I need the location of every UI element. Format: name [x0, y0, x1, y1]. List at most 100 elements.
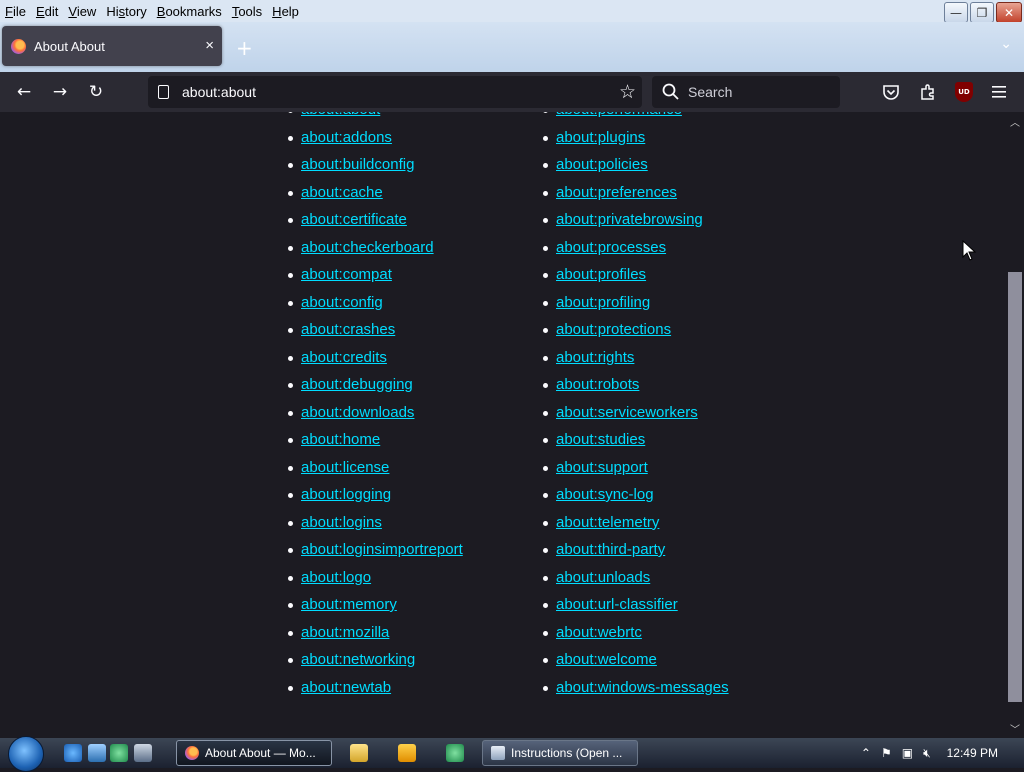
back-button[interactable]: ← — [12, 80, 36, 104]
url-bar[interactable]: about:about ☆ — [148, 76, 642, 108]
minimize-button[interactable]: — — [944, 2, 968, 23]
pocket-icon[interactable] — [882, 83, 900, 101]
hamburger-menu-icon[interactable] — [991, 84, 1007, 100]
list-item: about:downloads — [288, 399, 463, 427]
action-center-flag-icon[interactable]: ⚑ — [881, 746, 892, 760]
menu-bookmarks[interactable]: Bookmarks — [152, 4, 227, 19]
about-link-home[interactable]: about:home — [301, 431, 380, 448]
about-link-networking[interactable]: about:networking — [301, 651, 415, 668]
menu-view[interactable]: View — [63, 4, 101, 19]
scroll-down-arrow-icon[interactable]: ﹀ — [1010, 721, 1020, 736]
about-link-profiling[interactable]: about:profiling — [556, 294, 650, 311]
extensions-icon[interactable] — [919, 83, 937, 101]
app-icon-window[interactable] — [134, 744, 152, 762]
clock[interactable]: 12:49 PM — [947, 746, 998, 760]
about-link-serviceworkers[interactable]: about:serviceworkers — [556, 404, 698, 421]
about-link-logging[interactable]: about:logging — [301, 486, 391, 503]
about-link-welcome[interactable]: about:welcome — [556, 651, 657, 668]
about-link-telemetry[interactable]: about:telemetry — [556, 514, 659, 531]
volume-muted-icon[interactable]: 🔇︎ — [923, 746, 931, 761]
about-link-about[interactable]: about:about — [301, 112, 380, 118]
taskbar-instructions-window[interactable]: Instructions (Open ... — [482, 740, 638, 766]
close-tab-icon[interactable]: × — [205, 37, 214, 54]
network-icon[interactable]: ▣ — [902, 746, 913, 760]
scroll-up-arrow-icon[interactable]: ︿ — [1010, 114, 1020, 129]
navigation-toolbar: ← → ↻ about:about ☆ Search UD — [0, 72, 1024, 112]
about-link-crashes[interactable]: about:crashes — [301, 321, 395, 338]
about-link-robots[interactable]: about:robots — [556, 376, 639, 393]
about-link-profiles[interactable]: about:profiles — [556, 266, 646, 283]
internet-explorer-icon[interactable] — [64, 744, 82, 762]
about-link-rights[interactable]: about:rights — [556, 349, 634, 366]
about-link-buildconfig[interactable]: about:buildconfig — [301, 156, 414, 173]
about-link-third-party[interactable]: about:third-party — [556, 541, 665, 558]
about-link-plugins[interactable]: about:plugins — [556, 129, 645, 146]
about-link-config[interactable]: about:config — [301, 294, 383, 311]
media-player-icon[interactable] — [398, 744, 416, 762]
menu-tools[interactable]: Tools — [227, 4, 267, 19]
restore-button[interactable]: ❐ — [970, 2, 994, 23]
scrollbar-thumb[interactable] — [1008, 272, 1022, 702]
menu-history[interactable]: History — [101, 4, 151, 19]
about-link-policies[interactable]: about:policies — [556, 156, 648, 173]
about-link-checkerboard[interactable]: about:checkerboard — [301, 239, 434, 256]
forward-button[interactable]: → — [48, 80, 72, 104]
menu-help[interactable]: Help — [267, 4, 304, 19]
about-link-logins[interactable]: about:logins — [301, 514, 382, 531]
new-tab-button[interactable]: + — [236, 36, 253, 60]
page-content: about:about about:addons about:buildconfig… — [0, 112, 1006, 738]
app-icon-green-2[interactable] — [446, 744, 464, 762]
about-link-cache[interactable]: about:cache — [301, 184, 383, 201]
about-link-processes[interactable]: about:processes — [556, 239, 666, 256]
list-item: about:profiles — [543, 261, 729, 289]
vertical-scrollbar[interactable]: ︿ ﹀ — [1006, 112, 1024, 738]
about-link-protections[interactable]: about:protections — [556, 321, 671, 338]
tab-about-about[interactable]: About About × — [2, 26, 222, 66]
about-link-credits[interactable]: about:credits — [301, 349, 387, 366]
about-link-license[interactable]: about:license — [301, 459, 389, 476]
start-button[interactable] — [8, 736, 44, 772]
close-window-button[interactable]: ✕ — [996, 2, 1022, 23]
about-links-column-2: about:performance about:plugins about:poli… — [543, 112, 729, 701]
about-link-debugging[interactable]: about:debugging — [301, 376, 413, 393]
about-link-certificate[interactable]: about:certificate — [301, 211, 407, 228]
list-item: about:protections — [543, 316, 729, 344]
app-icon-green[interactable] — [110, 744, 128, 762]
about-link-support[interactable]: about:support — [556, 459, 648, 476]
list-item: about:logo — [288, 564, 463, 592]
search-icon — [662, 83, 679, 100]
about-link-downloads[interactable]: about:downloads — [301, 404, 414, 421]
list-item: about:home — [288, 426, 463, 454]
about-link-logo[interactable]: about:logo — [301, 569, 371, 586]
about-link-unloads[interactable]: about:unloads — [556, 569, 650, 586]
about-link-memory[interactable]: about:memory — [301, 596, 397, 613]
about-link-windows-messages[interactable]: about:windows-messages — [556, 679, 729, 696]
about-link-newtab[interactable]: about:newtab — [301, 679, 391, 696]
ublock-origin-icon[interactable]: UD — [955, 82, 973, 102]
about-link-mozilla[interactable]: about:mozilla — [301, 624, 389, 641]
list-item: about:profiling — [543, 289, 729, 317]
chevron-down-icon[interactable]: ⌄ — [1000, 36, 1012, 52]
list-item: about:preferences — [543, 179, 729, 207]
menu-edit[interactable]: Edit — [31, 4, 63, 19]
about-link-compat[interactable]: about:compat — [301, 266, 392, 283]
tab-title: About About — [34, 38, 105, 54]
about-link-performance[interactable]: about:performance — [556, 112, 682, 118]
about-link-url-classifier[interactable]: about:url-classifier — [556, 596, 678, 613]
taskbar-firefox-window[interactable]: About About — Mo... — [176, 740, 332, 766]
about-link-addons[interactable]: about:addons — [301, 129, 392, 146]
tray-expand-icon[interactable]: ⌃ — [861, 746, 871, 760]
about-link-studies[interactable]: about:studies — [556, 431, 645, 448]
bookmark-star-icon[interactable]: ☆ — [619, 81, 636, 103]
about-link-webrtc[interactable]: about:webrtc — [556, 624, 642, 641]
about-link-privatebrowsing[interactable]: about:privatebrowsing — [556, 211, 703, 228]
about-link-loginsimportreport[interactable]: about:loginsimportreport — [301, 541, 463, 558]
url-text[interactable]: about:about — [182, 84, 256, 100]
about-link-sync-log[interactable]: about:sync-log — [556, 486, 654, 503]
folder-icon[interactable] — [350, 744, 368, 762]
show-desktop-icon[interactable] — [88, 744, 106, 762]
menu-file[interactable]: File — [0, 4, 31, 19]
search-input[interactable]: Search — [652, 76, 840, 108]
reload-button[interactable]: ↻ — [84, 80, 108, 104]
about-link-preferences[interactable]: about:preferences — [556, 184, 677, 201]
